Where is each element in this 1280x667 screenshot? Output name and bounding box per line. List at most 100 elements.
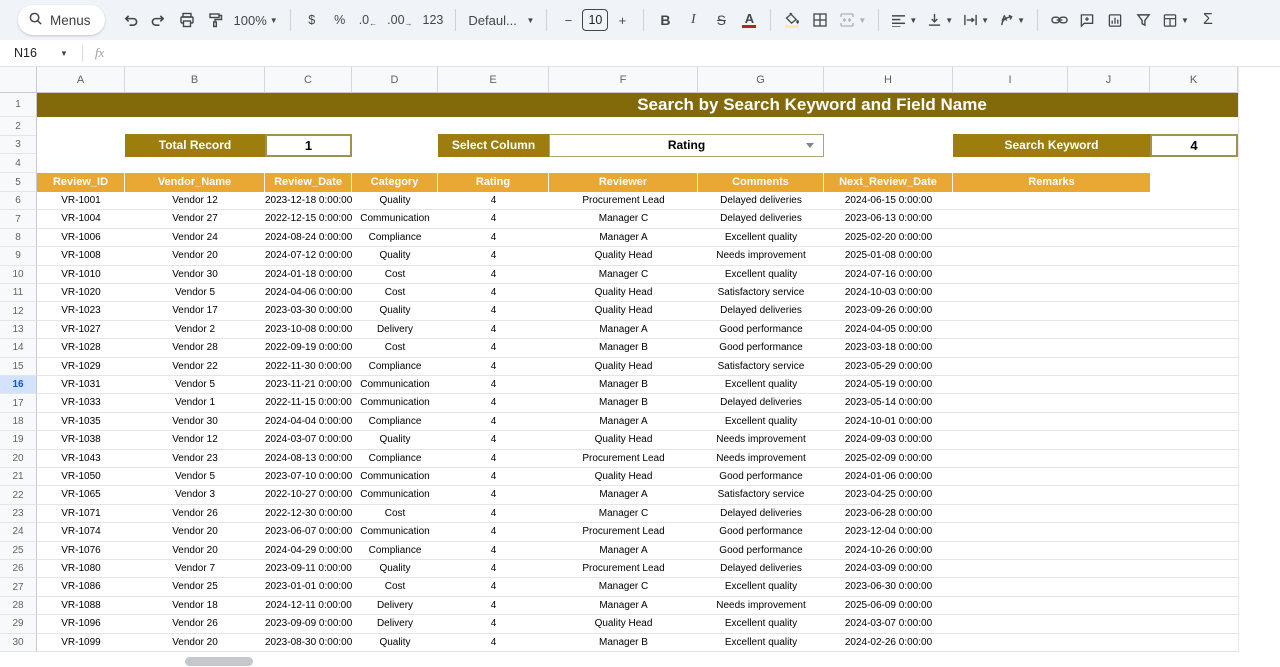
cell-comments[interactable]: Excellent quality bbox=[698, 229, 824, 247]
cell-reviewer[interactable]: Procurement Lead bbox=[549, 523, 698, 541]
text-rotation-button[interactable]: A ▼ bbox=[995, 6, 1029, 34]
cell-review_date[interactable]: 2023-08-30 0:00:00 bbox=[265, 634, 352, 652]
cell-next_review_date[interactable]: 2024-09-03 0:00:00 bbox=[824, 431, 953, 449]
row-header-22[interactable]: 22 bbox=[0, 486, 37, 504]
cell-category[interactable]: Quality bbox=[352, 431, 438, 449]
cell-next_review_date[interactable]: 2023-06-13 0:00:00 bbox=[824, 210, 953, 228]
cell-rating[interactable]: 4 bbox=[438, 210, 549, 228]
cell-next_review_date[interactable]: 2025-06-09 0:00:00 bbox=[824, 597, 953, 615]
cell-review_date[interactable]: 2024-03-07 0:00:00 bbox=[265, 431, 352, 449]
cell-review_id[interactable]: VR-1010 bbox=[37, 266, 125, 284]
cell-category[interactable]: Quality bbox=[352, 247, 438, 265]
select-all-corner[interactable] bbox=[0, 67, 37, 93]
cell-category[interactable]: Cost bbox=[352, 505, 438, 523]
cell-rating[interactable]: 4 bbox=[438, 229, 549, 247]
cell-comments[interactable]: Needs improvement bbox=[698, 450, 824, 468]
row-header-10[interactable]: 10 bbox=[0, 266, 37, 284]
cell-rating[interactable]: 4 bbox=[438, 302, 549, 320]
text-color-button[interactable]: A bbox=[736, 6, 762, 34]
cell-reviewer[interactable]: Quality Head bbox=[549, 431, 698, 449]
cell-vendor_name[interactable]: Vendor 20 bbox=[125, 542, 265, 560]
cell-review_id[interactable]: VR-1033 bbox=[37, 394, 125, 412]
strikethrough-button[interactable]: S bbox=[708, 6, 734, 34]
row-header-27[interactable]: 27 bbox=[0, 578, 37, 596]
cell-review_date[interactable]: 2023-11-21 0:00:00 bbox=[265, 376, 352, 394]
cell-category[interactable]: Communication bbox=[352, 394, 438, 412]
cell-vendor_name[interactable]: Vendor 18 bbox=[125, 597, 265, 615]
fill-color-button[interactable] bbox=[779, 6, 805, 34]
row-header-30[interactable]: 30 bbox=[0, 634, 37, 652]
cell-next_review_date[interactable]: 2023-06-28 0:00:00 bbox=[824, 505, 953, 523]
cell-reviewer[interactable]: Procurement Lead bbox=[549, 560, 698, 578]
cell-reviewer[interactable]: Manager A bbox=[549, 597, 698, 615]
cell-rating[interactable]: 4 bbox=[438, 321, 549, 339]
cell-comments[interactable]: Good performance bbox=[698, 542, 824, 560]
cell-review_date[interactable]: 2023-09-11 0:00:00 bbox=[265, 560, 352, 578]
font-select[interactable]: Defaul... ▼ bbox=[464, 6, 538, 34]
cell-category[interactable]: Cost bbox=[352, 266, 438, 284]
decrease-font-size-button[interactable]: − bbox=[555, 6, 581, 34]
cell-rating[interactable]: 4 bbox=[438, 468, 549, 486]
cell-reviewer[interactable]: Quality Head bbox=[549, 358, 698, 376]
cell-review_id[interactable]: VR-1023 bbox=[37, 302, 125, 320]
cell-reviewer[interactable]: Manager A bbox=[549, 321, 698, 339]
cell-review_date[interactable]: 2022-11-15 0:00:00 bbox=[265, 394, 352, 412]
row-header-13[interactable]: 13 bbox=[0, 321, 37, 339]
row-header-6[interactable]: 6 bbox=[0, 192, 37, 210]
cell-review_id[interactable]: VR-1006 bbox=[37, 229, 125, 247]
cell-review_date[interactable]: 2023-06-07 0:00:00 bbox=[265, 523, 352, 541]
cell-review_id[interactable]: VR-1001 bbox=[37, 192, 125, 210]
cell-rating[interactable]: 4 bbox=[438, 486, 549, 504]
cell-reviewer[interactable]: Manager B bbox=[549, 376, 698, 394]
cell-review_date[interactable]: 2024-04-04 0:00:00 bbox=[265, 413, 352, 431]
cell-reviewer[interactable]: Manager A bbox=[549, 229, 698, 247]
cell-reviewer[interactable]: Quality Head bbox=[549, 302, 698, 320]
cell-vendor_name[interactable]: Vendor 2 bbox=[125, 321, 265, 339]
cell-review_id[interactable]: VR-1020 bbox=[37, 284, 125, 302]
cell-rating[interactable]: 4 bbox=[438, 376, 549, 394]
cell-comments[interactable]: Delayed deliveries bbox=[698, 210, 824, 228]
decrease-decimal-button[interactable]: .0← bbox=[355, 6, 381, 34]
cell-category[interactable]: Cost bbox=[352, 284, 438, 302]
more-formats-button[interactable]: 123 bbox=[419, 6, 448, 34]
cell-next_review_date[interactable]: 2023-06-30 0:00:00 bbox=[824, 578, 953, 596]
cell-reviewer[interactable]: Quality Head bbox=[549, 247, 698, 265]
cell-next_review_date[interactable]: 2024-10-01 0:00:00 bbox=[824, 413, 953, 431]
cell-comments[interactable]: Satisfactory service bbox=[698, 284, 824, 302]
cell-category[interactable]: Communication bbox=[352, 468, 438, 486]
paint-format-icon[interactable] bbox=[202, 6, 228, 34]
cell-next_review_date[interactable]: 2024-01-06 0:00:00 bbox=[824, 468, 953, 486]
cell-vendor_name[interactable]: Vendor 20 bbox=[125, 634, 265, 652]
total-record-value[interactable]: 1 bbox=[265, 134, 352, 157]
cell-comments[interactable]: Excellent quality bbox=[698, 413, 824, 431]
cell-review_date[interactable]: 2022-12-15 0:00:00 bbox=[265, 210, 352, 228]
cell-rating[interactable]: 4 bbox=[438, 615, 549, 633]
insert-link-button[interactable] bbox=[1046, 6, 1072, 34]
cell-review_date[interactable]: 2022-09-19 0:00:00 bbox=[265, 339, 352, 357]
row-header-28[interactable]: 28 bbox=[0, 597, 37, 615]
menus-search-button[interactable]: Menus bbox=[18, 5, 105, 35]
increase-font-size-button[interactable]: + bbox=[609, 6, 635, 34]
cell-next_review_date[interactable]: 2024-05-19 0:00:00 bbox=[824, 376, 953, 394]
row-header-1[interactable]: 1 bbox=[0, 93, 37, 117]
cell-review_date[interactable]: 2023-07-10 0:00:00 bbox=[265, 468, 352, 486]
cell-review_id[interactable]: VR-1029 bbox=[37, 358, 125, 376]
cell-vendor_name[interactable]: Vendor 25 bbox=[125, 578, 265, 596]
format-percent-button[interactable]: % bbox=[327, 6, 353, 34]
cell-next_review_date[interactable]: 2024-07-16 0:00:00 bbox=[824, 266, 953, 284]
cell-next_review_date[interactable]: 2024-10-26 0:00:00 bbox=[824, 542, 953, 560]
cell-review_date[interactable]: 2024-04-06 0:00:00 bbox=[265, 284, 352, 302]
cell-vendor_name[interactable]: Vendor 5 bbox=[125, 376, 265, 394]
cell-category[interactable]: Compliance bbox=[352, 450, 438, 468]
cell-next_review_date[interactable]: 2024-03-07 0:00:00 bbox=[824, 615, 953, 633]
column-header-K[interactable]: K bbox=[1150, 67, 1238, 93]
cell-category[interactable]: Communication bbox=[352, 376, 438, 394]
cell-category[interactable]: Cost bbox=[352, 578, 438, 596]
text-wrap-button[interactable]: ▼ bbox=[959, 6, 993, 34]
cell-rating[interactable]: 4 bbox=[438, 394, 549, 412]
cell-vendor_name[interactable]: Vendor 12 bbox=[125, 192, 265, 210]
horizontal-scrollbar[interactable] bbox=[185, 657, 253, 666]
cell-category[interactable]: Delivery bbox=[352, 615, 438, 633]
row-header-24[interactable]: 24 bbox=[0, 523, 37, 541]
row-header-2[interactable]: 2 bbox=[0, 117, 37, 136]
